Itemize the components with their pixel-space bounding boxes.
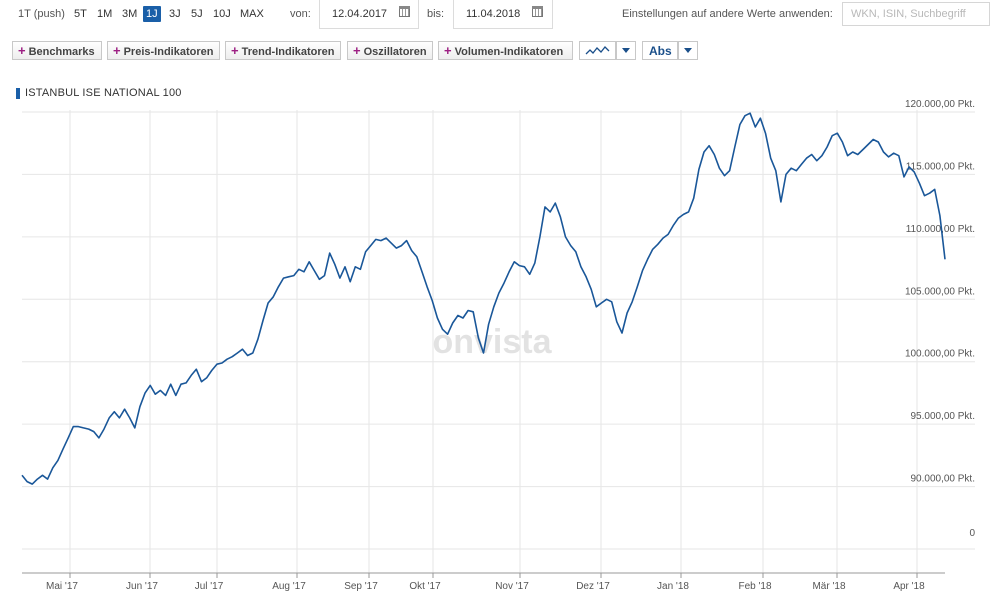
oscillators-label: Oszillatoren <box>363 46 427 58</box>
x-tick-label: Okt '17 <box>409 581 441 592</box>
benchmarks-button[interactable]: + Benchmarks <box>12 41 102 60</box>
to-date-value: 11.04.2018 <box>466 8 521 20</box>
y-tick-label: 90.000,00 Pkt. <box>911 474 976 485</box>
range-button-1j[interactable]: 1J <box>143 6 161 22</box>
to-date-field[interactable]: 11.04.2018 <box>453 0 553 29</box>
calendar-icon[interactable] <box>399 6 410 17</box>
x-tick-label: Jul '17 <box>195 581 224 592</box>
x-tick-label: Aug '17 <box>272 581 306 592</box>
line-chart-icon <box>585 46 610 55</box>
range-button-5t[interactable]: 5T <box>71 6 90 22</box>
y-tick-label-zero: 0 <box>969 528 975 539</box>
x-tick-label: Jan '18 <box>657 581 689 592</box>
x-axis: Mai '17 Jun '17 Jul '17 Aug '17 Sep '17 Okt '… <box>22 572 945 592</box>
series-color-marker <box>16 88 20 99</box>
to-label: bis: <box>427 8 445 20</box>
x-tick-label: Nov '17 <box>495 581 529 592</box>
price-chart[interactable]: onvista 120.000,00 Pkt.115.000,00 Pkt.11… <box>0 100 997 601</box>
y-axis: 120.000,00 Pkt.115.000,00 Pkt.110.000,00… <box>905 100 976 539</box>
x-tick-label: Feb '18 <box>738 581 771 592</box>
range-button-5j[interactable]: 5J <box>188 6 206 22</box>
price-indicators-button[interactable]: + Preis-Indikatoren <box>107 41 220 60</box>
range-button-1m[interactable]: 1M <box>94 6 115 22</box>
x-tick-label: Sep '17 <box>344 581 378 592</box>
from-date-field[interactable]: 12.04.2017 <box>319 0 419 29</box>
chart-type-select[interactable] <box>579 41 616 60</box>
scale-dropdown-arrow[interactable] <box>678 41 698 60</box>
y-tick-label: 120.000,00 Pkt. <box>905 100 975 110</box>
y-tick-label: 105.000,00 Pkt. <box>905 286 975 297</box>
plus-icon: + <box>444 43 452 58</box>
x-tick-label: Mai '17 <box>46 581 78 592</box>
calendar-icon[interactable] <box>532 6 543 17</box>
plus-icon: + <box>18 43 26 58</box>
trend-indicators-button[interactable]: + Trend-Indikatoren <box>225 41 341 60</box>
x-tick-label: Mär '18 <box>812 581 845 592</box>
range-button-10j[interactable]: 10J <box>210 6 234 22</box>
chart-type-dropdown-arrow[interactable] <box>616 41 636 60</box>
oscillators-button[interactable]: + Oszillatoren <box>347 41 433 60</box>
trend-indicators-label: Trend-Indikatoren <box>241 46 335 58</box>
range-push-label[interactable]: 1T (push) <box>18 8 65 20</box>
series-line <box>21 112 946 485</box>
range-button-max[interactable]: MAX <box>237 6 267 22</box>
x-tick-label: Apr '18 <box>893 581 925 592</box>
plus-icon: + <box>353 43 361 58</box>
y-tick-label: 95.000,00 Pkt. <box>911 411 976 422</box>
x-tick-label: Jun '17 <box>126 581 158 592</box>
price-indicators-label: Preis-Indikatoren <box>123 46 214 58</box>
from-date-value: 12.04.2017 <box>332 8 388 20</box>
range-button-3m[interactable]: 3M <box>119 6 140 22</box>
x-tick-label: Dez '17 <box>576 581 610 592</box>
volume-indicators-label: Volumen-Indikatoren <box>454 46 564 58</box>
search-input[interactable] <box>842 2 990 26</box>
range-button-3j[interactable]: 3J <box>166 6 184 22</box>
volume-indicators-button[interactable]: + Volumen-Indikatoren <box>438 41 573 60</box>
plus-icon: + <box>113 43 121 58</box>
scale-select[interactable]: Abs <box>642 41 678 60</box>
settings-label: Einstellungen auf andere Werte anwenden: <box>622 8 833 20</box>
plus-icon: + <box>231 43 239 58</box>
y-tick-label: 100.000,00 Pkt. <box>905 349 975 360</box>
y-tick-label: 115.000,00 Pkt. <box>906 161 975 172</box>
scale-value: Abs <box>649 44 672 58</box>
chart-title: ISTANBUL ISE NATIONAL 100 <box>25 87 182 99</box>
from-label: von: <box>290 8 311 20</box>
benchmarks-label: Benchmarks <box>28 46 95 58</box>
